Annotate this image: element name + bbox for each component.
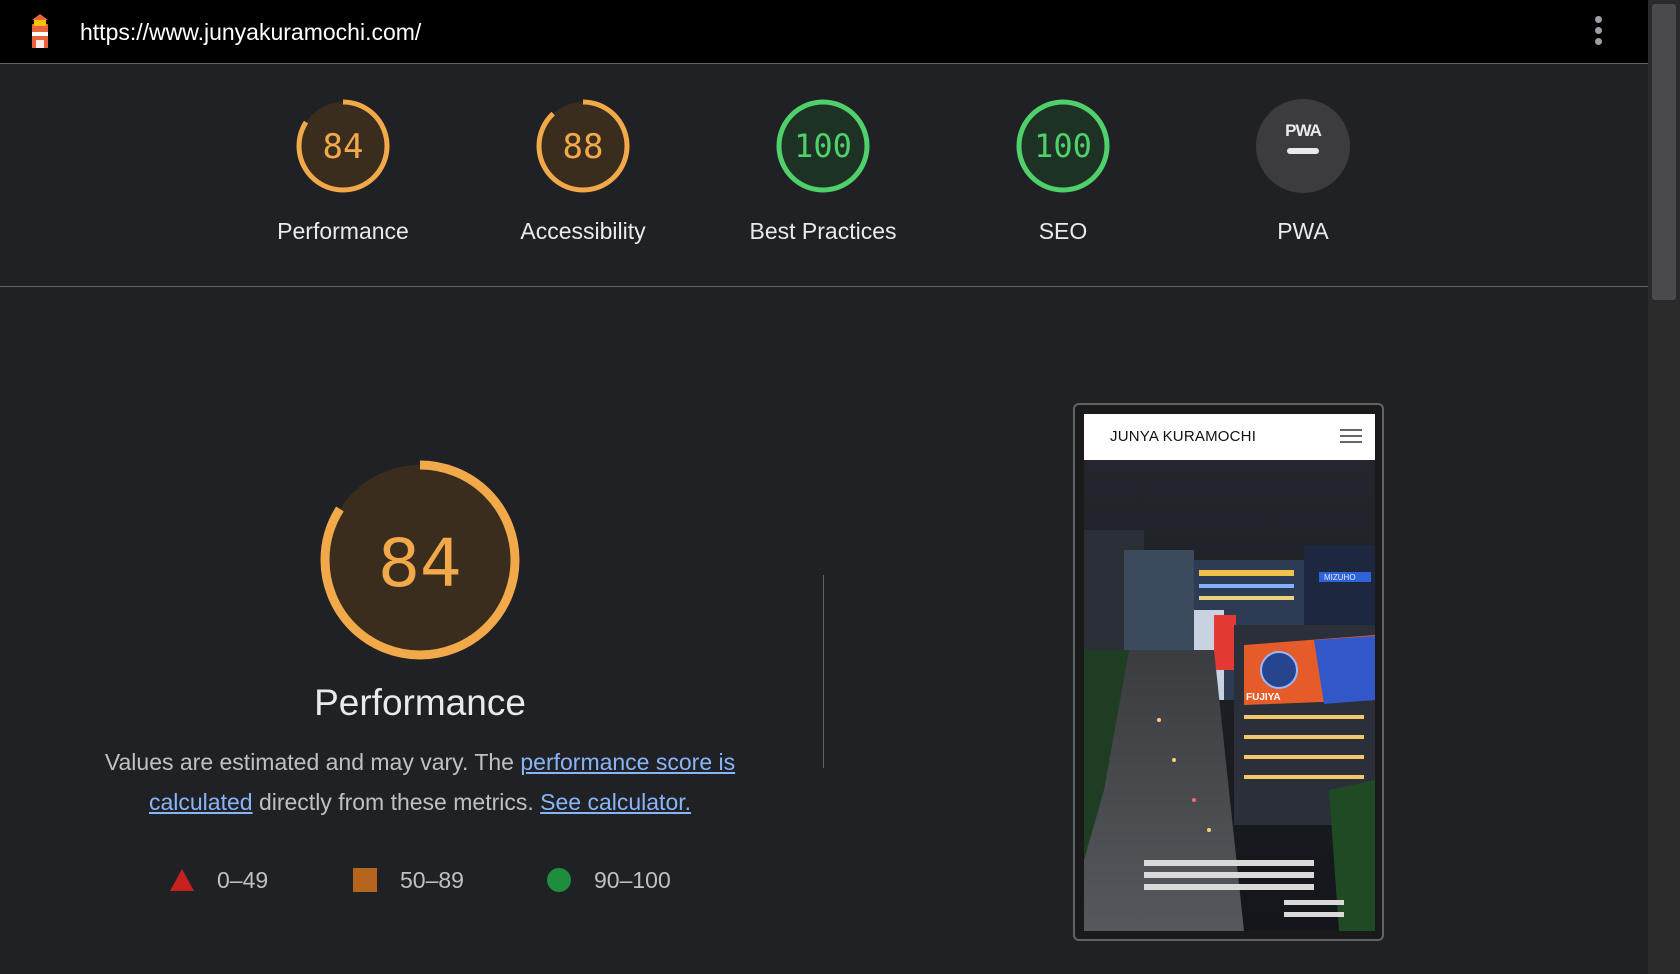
gauge-seo[interactable]: 100 SEO [963,96,1163,245]
final-screenshot[interactable]: JUNYA KURAMOCHI MIZUHO FUJIYA [1073,403,1384,941]
pwa-badge-icon: PWA [1256,99,1350,193]
legend-average: 50–89 [352,863,464,897]
legend-range: 50–89 [400,866,464,893]
gauge-label: Accessibility [520,218,646,244]
sign-text: MIZUHO [1324,573,1356,582]
lighthouse-icon [32,14,48,48]
hamburger-icon [1340,429,1362,447]
circle-icon [547,868,571,892]
gauge-score: 100 [794,127,852,165]
performance-gauge: 84 [320,460,520,660]
gauge-score: 100 [1034,127,1092,165]
performance-score: 84 [378,525,462,602]
triangle-icon [170,869,194,891]
gauge-score: 88 [563,127,604,167]
scrollbar-thumb[interactable] [1652,4,1676,300]
gauge-label: Best Practices [749,218,897,244]
desc-text: directly from these metrics. [252,789,541,815]
site-name: JUNYA KURAMOCHI [1110,428,1257,445]
section-divider [823,575,824,768]
score-gauge-ring: 84 [296,99,390,193]
report-url[interactable]: https://www.junyakuramochi.com/ [80,19,421,46]
svg-text:PWA: PWA [1285,121,1321,140]
legend-range: 0–49 [217,866,269,893]
category-scores: 84 Performance 88 Accessibility 100 Best… [0,64,1648,287]
see-calculator-link[interactable]: See calculator. [540,789,691,815]
screenshot-screen: JUNYA KURAMOCHI MIZUHO FUJIYA [1084,414,1375,931]
gauge-performance[interactable]: 84 Performance [243,96,443,245]
city-night-image: MIZUHO FUJIYA [1084,460,1375,931]
desc-text: Values are estimated and may vary. The [104,749,521,775]
gauge-label: SEO [1038,218,1088,244]
score-gauge-ring: 88 [536,99,630,193]
kebab-menu-icon[interactable] [1590,16,1606,50]
square-icon [353,868,377,892]
gauge-label: Performance [277,218,409,244]
report-topbar: https://www.junyakuramochi.com/ [0,0,1648,64]
gauge-score: 84 [323,127,364,167]
gauge-pwa[interactable]: PWA PWA [1203,96,1403,245]
gauge-label: PWA [1277,218,1329,244]
gauge-best-practices[interactable]: 100 Best Practices [723,96,923,245]
gauge-accessibility[interactable]: 88 Accessibility [483,96,683,245]
legend-fail: 0–49 [169,863,268,897]
legend-pass: 90–100 [546,863,671,897]
score-gauge-ring: 100 [776,99,870,193]
site-header: JUNYA KURAMOCHI [1084,414,1375,460]
performance-title: Performance [314,682,526,723]
legend-range: 90–100 [594,866,671,893]
score-gauge-ring: 100 [1016,99,1110,193]
sign-text: FUJIYA [1246,692,1281,703]
performance-description: Values are estimated and may vary. The p… [86,742,754,822]
